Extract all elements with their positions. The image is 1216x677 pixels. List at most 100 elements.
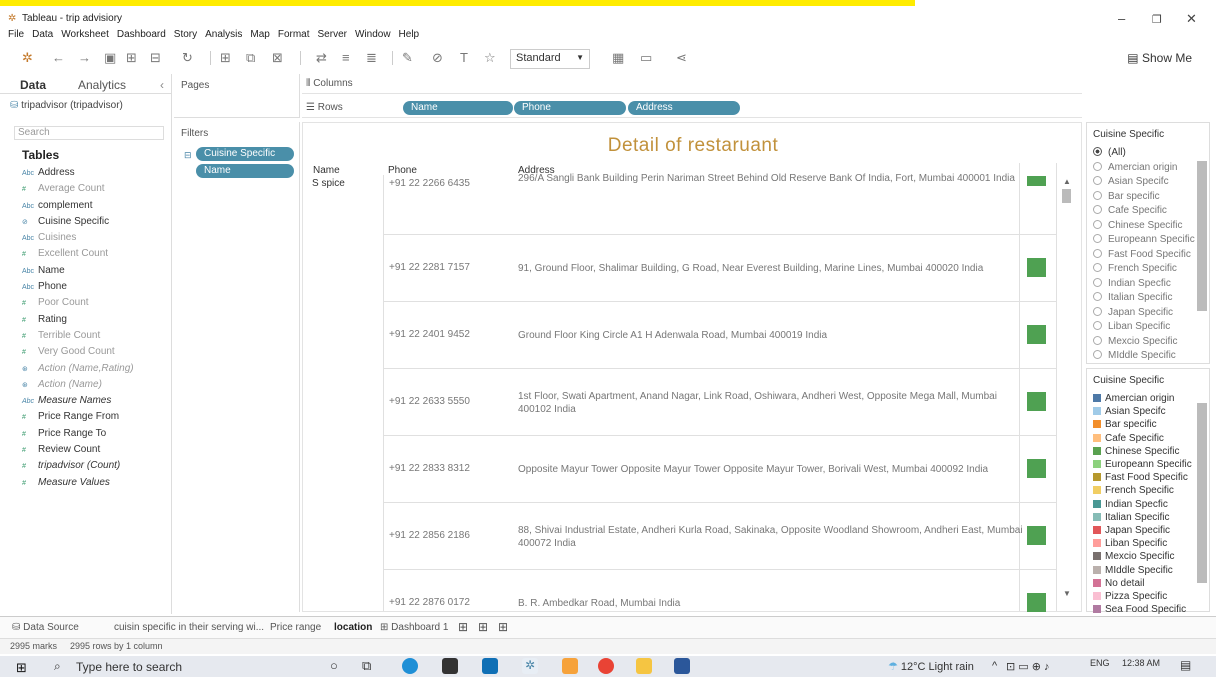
- cell-phone[interactable]: +91 22 2281 7157: [389, 262, 470, 273]
- labels-icon[interactable]: T: [460, 50, 468, 65]
- filter-option[interactable]: (All): [1093, 147, 1126, 158]
- field-poor-count[interactable]: # Poor Count: [22, 295, 134, 311]
- field-action-name[interactable]: ⊛ Action (Name): [22, 377, 134, 393]
- color-mark[interactable]: [1027, 325, 1046, 344]
- language-indicator[interactable]: ENG: [1090, 658, 1110, 668]
- legend-item[interactable]: Indian Specfic: [1093, 499, 1168, 510]
- legend-item[interactable]: Europeann Specific: [1093, 459, 1192, 470]
- viz-scrollbar[interactable]: ▲ ▼: [1059, 175, 1075, 605]
- field-action-name-rating[interactable]: ⊛ Action (Name,Rating): [22, 361, 134, 377]
- legend-item[interactable]: French Specific: [1093, 485, 1174, 496]
- menu-item-data[interactable]: Data: [32, 28, 53, 42]
- pages-shelf[interactable]: Pages: [174, 74, 300, 118]
- search-input[interactable]: Search: [14, 126, 164, 140]
- cortana-icon[interactable]: ○: [330, 658, 338, 673]
- field-cuisine-specific[interactable]: ⊘ Cuisine Specific: [22, 214, 134, 230]
- field-cuisines[interactable]: Abc Cuisines: [22, 230, 134, 246]
- cell-address[interactable]: Opposite Mayur Tower Opposite Mayur Towe…: [518, 463, 1023, 476]
- filter-pill-cuisine-specific[interactable]: Cuisine Specific: [196, 147, 294, 161]
- filter-option[interactable]: Japan Specific: [1093, 306, 1173, 318]
- tray-icons[interactable]: ⊡ ▭ ⊕ ♪: [1006, 660, 1050, 673]
- cell-phone[interactable]: +91 22 2633 5550: [389, 396, 470, 407]
- field-address[interactable]: Abc Address: [22, 165, 134, 181]
- highlight-icon[interactable]: ✎: [402, 50, 413, 66]
- clear-sheet-icon[interactable]: ⊠: [272, 50, 283, 66]
- cell-address[interactable]: 88, Shivai Industrial Estate, Andheri Ku…: [518, 524, 1023, 550]
- pause-updates-icon[interactable]: ⊟: [150, 50, 161, 66]
- duplicate-icon[interactable]: ⧉: [246, 50, 255, 66]
- presentation-icon[interactable]: ▭: [640, 50, 652, 66]
- color-mark[interactable]: [1027, 593, 1046, 612]
- filter-option[interactable]: Asian Specifc: [1093, 176, 1169, 187]
- filter-option[interactable]: Amercian origin: [1093, 161, 1177, 173]
- sort-asc-icon[interactable]: ≡: [342, 50, 350, 65]
- new-dashboard-tab-icon[interactable]: ⊞: [478, 620, 488, 634]
- menu-item-map[interactable]: Map: [250, 28, 269, 42]
- filter-option[interactable]: Cafe Specific: [1093, 205, 1167, 216]
- group-icon[interactable]: ⊘: [432, 50, 443, 66]
- tableau-icon[interactable]: ✲: [22, 50, 33, 66]
- filter-option[interactable]: Bar specific: [1093, 190, 1160, 202]
- forward-icon[interactable]: →: [78, 50, 91, 65]
- sort-desc-icon[interactable]: ≣: [366, 50, 377, 66]
- minimize-icon[interactable]: –: [1118, 11, 1125, 26]
- legend-item[interactable]: Amercian origin: [1093, 393, 1174, 404]
- filter-pill-name[interactable]: Name: [196, 164, 294, 178]
- cell-address[interactable]: 91, Ground Floor, Shalimar Building, G R…: [518, 262, 1023, 275]
- menu-item-file[interactable]: File: [8, 28, 24, 42]
- rows-shelf[interactable]: ☰ Rows Name Phone Address: [302, 98, 1082, 118]
- filters-shelf[interactable]: Filters ⊟ Cuisine Specific Name: [174, 122, 300, 612]
- file-explorer-icon[interactable]: [636, 658, 652, 674]
- scroll-up-icon[interactable]: ▲: [1063, 177, 1071, 186]
- color-mark[interactable]: [1027, 459, 1046, 478]
- menu-item-format[interactable]: Format: [278, 28, 310, 42]
- app-orange-icon[interactable]: [562, 658, 578, 674]
- word-icon[interactable]: [674, 658, 690, 674]
- legend-item[interactable]: Pizza Specific: [1093, 591, 1167, 602]
- tab-dashboard-1[interactable]: ⊞ Dashboard 1: [380, 622, 448, 633]
- rows-pill-address[interactable]: Address: [628, 101, 740, 115]
- mail-icon[interactable]: [482, 658, 498, 674]
- show-me-button[interactable]: ▤ Show Me: [1127, 51, 1192, 65]
- store-icon[interactable]: [442, 658, 458, 674]
- new-worksheet-icon[interactable]: ⊞: [220, 50, 231, 66]
- color-mark[interactable]: [1027, 526, 1046, 545]
- tab-location[interactable]: location: [334, 622, 372, 633]
- filter-option[interactable]: MIddle Specific: [1093, 350, 1176, 361]
- windows-start-icon[interactable]: ⊞: [16, 660, 27, 676]
- field-price-range-to[interactable]: # Price Range To: [22, 426, 134, 442]
- legend-item[interactable]: Japan Specific: [1093, 525, 1170, 536]
- restore-icon[interactable]: ❐: [1152, 13, 1162, 26]
- filter-option[interactable]: Europeann Specific: [1093, 234, 1195, 245]
- menu-item-analysis[interactable]: Analysis: [205, 28, 242, 42]
- field-rating[interactable]: # Rating: [22, 312, 134, 328]
- field-review-count[interactable]: # Review Count: [22, 442, 134, 458]
- tab-analytics[interactable]: Analytics: [78, 78, 126, 92]
- field-measure-values[interactable]: # Measure Values: [22, 475, 134, 491]
- legend-item[interactable]: Italian Specific: [1093, 512, 1169, 523]
- tab-data[interactable]: Data: [20, 78, 46, 92]
- field-very-good-count[interactable]: # Very Good Count: [22, 344, 134, 360]
- rows-pill-name[interactable]: Name: [403, 101, 513, 115]
- menu-item-dashboard[interactable]: Dashboard: [117, 28, 166, 42]
- field-complement[interactable]: Abc complement: [22, 198, 134, 214]
- color-mark[interactable]: [1027, 392, 1046, 411]
- filter-option[interactable]: Italian Specific: [1093, 292, 1172, 303]
- weather-text[interactable]: ☂ 12°C Light rain: [888, 660, 974, 673]
- cell-address[interactable]: B. R. Ambedkar Road, Mumbai India: [518, 597, 1023, 610]
- cell-phone[interactable]: +91 22 2833 8312: [389, 463, 470, 474]
- menu-item-worksheet[interactable]: Worksheet: [61, 28, 109, 42]
- cell-address[interactable]: Ground Floor King Circle A1 H Adenwala R…: [518, 329, 1023, 342]
- legend-item[interactable]: Liban Specific: [1093, 538, 1167, 549]
- scroll-thumb[interactable]: [1062, 189, 1071, 203]
- edge-icon[interactable]: [402, 658, 418, 674]
- filter-option[interactable]: Liban Specific: [1093, 321, 1170, 332]
- legend-item[interactable]: Sea Food Specific: [1093, 604, 1186, 615]
- color-mark[interactable]: [1027, 258, 1046, 277]
- legend-scrollbar[interactable]: [1197, 403, 1207, 583]
- tab-price-range[interactable]: Price range: [270, 622, 321, 633]
- cell-address[interactable]: 1st Floor, Swati Apartment, Anand Nagar,…: [518, 390, 1023, 416]
- fit-dropdown[interactable]: Standard ▼: [510, 49, 590, 69]
- filter-option[interactable]: Mexcio Specific: [1093, 335, 1177, 347]
- filter-option[interactable]: Chinese Specific: [1093, 219, 1182, 231]
